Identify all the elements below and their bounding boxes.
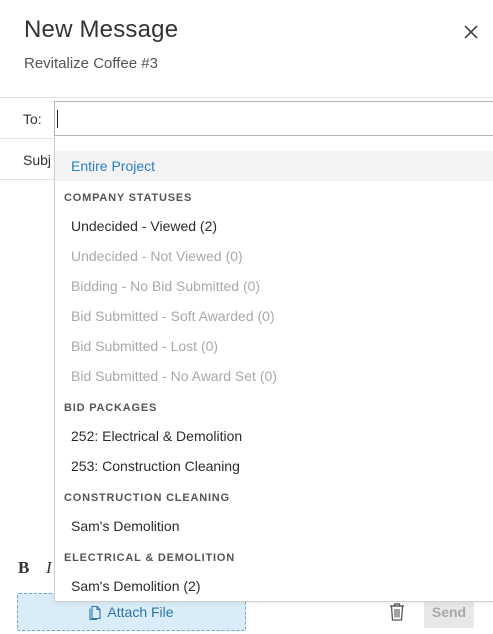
group-label-construction-cleaning: CONSTRUCTION CLEANING: [64, 492, 230, 504]
group-label-electrical-demolition: ELECTRICAL & DEMOLITION: [64, 552, 235, 564]
close-button[interactable]: [461, 22, 481, 42]
text-caret: [57, 110, 58, 128]
bold-button[interactable]: B: [18, 558, 29, 578]
dropdown-item-entire-project[interactable]: Entire Project: [55, 151, 493, 181]
group-label-bid-packages: BID PACKAGES: [64, 402, 158, 414]
trash-icon: [390, 603, 404, 621]
dropdown-item-soft-awarded: Bid Submitted - Soft Awarded (0): [71, 308, 275, 324]
dropdown-item-sams-demolition-2[interactable]: Sam's Demolition (2): [55, 571, 493, 601]
project-name: Revitalize Coffee #3: [24, 55, 158, 72]
dropdown-item-undecided-not-viewed: Undecided - Not Viewed (0): [71, 248, 243, 264]
dropdown-item-253-cleaning[interactable]: 253: Construction Cleaning: [55, 451, 493, 481]
to-label: To:: [23, 111, 42, 127]
dropdown-item-252-electrical[interactable]: 252: Electrical & Demolition: [55, 421, 493, 451]
page-title: New Message: [24, 16, 179, 43]
to-input[interactable]: [54, 101, 493, 136]
delete-draft-button[interactable]: [388, 602, 406, 622]
attach-file-label: Attach File: [107, 604, 174, 620]
file-icon: [89, 605, 101, 620]
dropdown-item-undecided-viewed[interactable]: Undecided - Viewed (2): [55, 211, 493, 241]
close-icon: [464, 25, 478, 39]
subject-label[interactable]: Subj: [23, 152, 51, 168]
message-header: New Message Revitalize Coffee #3: [0, 0, 493, 98]
dropdown-item-no-award-set: Bid Submitted - No Award Set (0): [71, 368, 277, 384]
dropdown-item-lost: Bid Submitted - Lost (0): [71, 338, 219, 354]
dropdown-item-bidding-no-bid: Bidding - No Bid Submitted (0): [71, 278, 261, 294]
group-label-company-statuses: COMPANY STATUSES: [64, 192, 193, 204]
dropdown-item-sams-demolition[interactable]: Sam's Demolition: [55, 511, 493, 541]
recipient-dropdown[interactable]: Entire Project COMPANY STATUSES Undecide…: [54, 136, 493, 602]
italic-button[interactable]: I: [46, 558, 52, 578]
